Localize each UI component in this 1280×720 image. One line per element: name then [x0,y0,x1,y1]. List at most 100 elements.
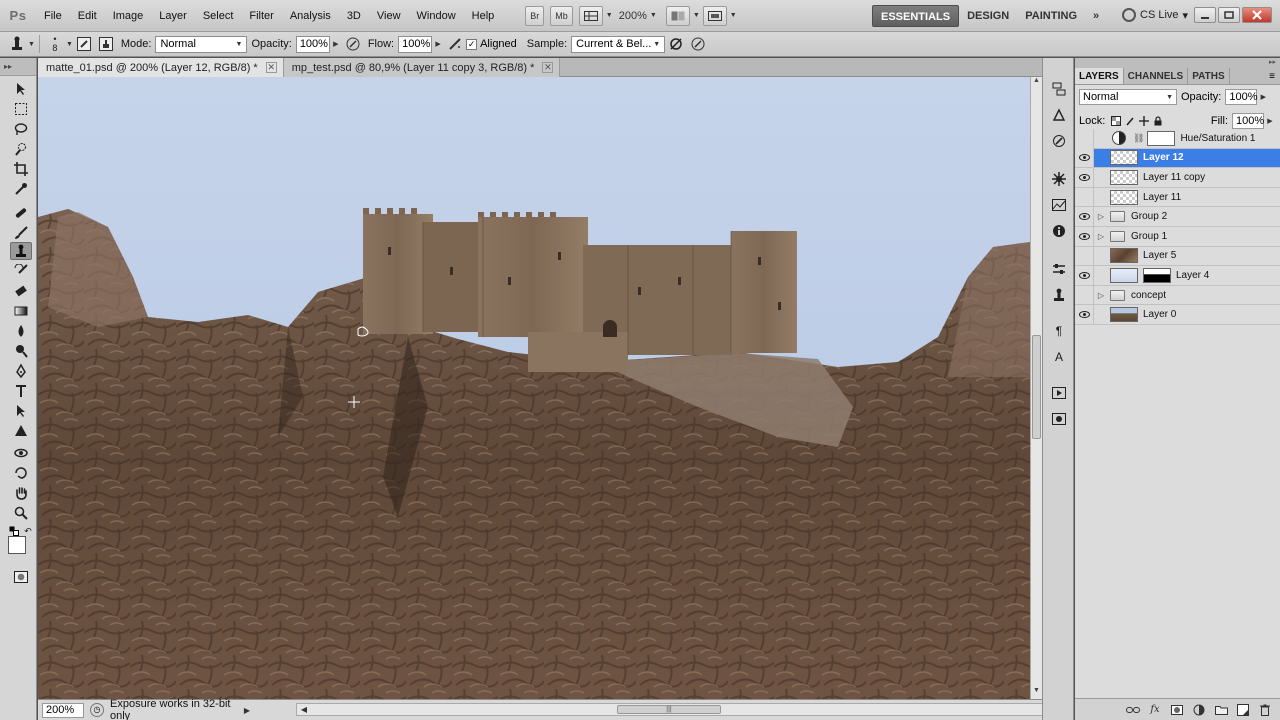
eye-icon[interactable] [1075,148,1094,168]
brush-preset-picker[interactable]: • 8 [44,34,66,54]
scroll-up-arrow[interactable]: ▲ [1031,77,1042,89]
pen-tool-icon[interactable] [10,362,32,380]
crop-tool-icon[interactable] [10,160,32,178]
brush-presets-panel-icon[interactable] [1048,132,1070,150]
layer-row-layer-5[interactable]: Layer 5 [1075,246,1280,267]
layer-opacity-slider-toggle[interactable]: ▶ [1257,89,1269,106]
close-icon[interactable]: ✕ [542,62,554,73]
zoom-tool-icon[interactable] [10,504,32,522]
workspace-painting[interactable]: PAINTING [1017,5,1085,27]
bridge-button[interactable]: Br [525,5,545,26]
menu-edit[interactable]: Edit [70,0,105,32]
move-tool-icon[interactable] [10,80,32,98]
screen-mode-button[interactable] [702,5,727,26]
3d-rotate-tool-icon[interactable] [10,444,32,462]
menu-layer[interactable]: Layer [151,0,195,32]
lock-transparency-icon[interactable] [1109,114,1123,128]
layer-row-concept[interactable]: ▷ concept [1075,285,1280,306]
visibility-toggle[interactable] [1075,187,1094,207]
adjustments-panel-icon[interactable] [1048,196,1070,214]
clone-source-panel-icon[interactable] [1048,286,1070,304]
layer-style-icon[interactable]: fx [1148,703,1162,717]
document-canvas[interactable] [38,77,1030,699]
eye-icon[interactable] [1075,167,1094,187]
history-brush-tool-icon[interactable] [10,262,32,280]
eyedropper-tool-icon[interactable] [10,180,32,198]
close-icon[interactable]: ✕ [265,62,277,73]
tab-matte-01[interactable]: matte_01.psd @ 200% (Layer 12, RGB/8) * … [38,58,284,77]
flow-slider-toggle[interactable]: ▶ [432,36,444,53]
expand-arrow-icon[interactable]: ▷ [1094,232,1108,241]
tools-panel-header[interactable]: ▸▸ [0,58,36,76]
menu-image[interactable]: Image [105,0,152,32]
layer-row-hue-saturation[interactable]: ⛓ Hue/Saturation 1 [1075,128,1280,149]
airbrush-toggle[interactable] [444,34,466,54]
visibility-toggle[interactable] [1075,128,1094,148]
layer-row-layer-0[interactable]: Layer 0 [1075,305,1280,325]
menu-filter[interactable]: Filter [241,0,281,32]
layer-opacity-input[interactable]: 100% [1225,89,1258,105]
layer-thumbnail[interactable] [1110,150,1138,166]
vertical-scrollbar[interactable]: ▲ ▼ [1030,77,1042,699]
history-panel-icon[interactable] [1048,80,1070,98]
gradient-tool-icon[interactable] [10,302,32,320]
add-mask-icon[interactable] [1170,703,1184,717]
workspace-essentials[interactable]: ESSENTIALS [872,5,960,27]
new-adjustment-layer-icon[interactable] [1192,703,1206,717]
eye-icon[interactable] [1075,305,1094,325]
expand-arrow-icon[interactable]: ▷ [1094,291,1108,300]
expand-arrow-icon[interactable]: ▷ [1094,212,1108,221]
link-layers-icon[interactable] [1126,703,1140,717]
chevron-down-icon[interactable]: ▼ [28,41,35,48]
layer-row-group-1[interactable]: ▷ Group 1 [1075,226,1280,247]
type-tool-icon[interactable] [10,382,32,400]
menu-window[interactable]: Window [409,0,464,32]
clone-source-toggle[interactable] [95,34,117,54]
lock-position-icon[interactable] [1137,114,1151,128]
blend-mode-select[interactable]: Normal ▼ [1079,89,1177,105]
menu-3d[interactable]: 3D [339,0,369,32]
menu-help[interactable]: Help [464,0,503,32]
chevron-down-icon[interactable]: ▼ [606,12,613,19]
opacity-input[interactable]: 100% [295,35,330,53]
menu-view[interactable]: View [369,0,409,32]
layer-mask-thumbnail[interactable] [1147,130,1176,146]
lock-all-icon[interactable] [1151,114,1165,128]
chevron-down-icon[interactable]: ▼ [730,12,737,19]
fill-slider-toggle[interactable]: ▶ [1264,113,1276,130]
vertical-scroll-thumb[interactable] [1032,335,1041,439]
healing-brush-tool-icon[interactable] [10,204,32,222]
layer-thumbnail[interactable] [1110,248,1138,264]
chevron-down-icon[interactable]: ▼ [66,41,73,48]
layer-thumbnail[interactable] [1110,307,1138,323]
tab-channels[interactable]: CHANNELS [1124,68,1189,84]
chevron-down-icon[interactable]: ▼ [693,12,700,19]
measurement-panel-icon[interactable] [1048,410,1070,428]
layer-row-layer-11[interactable]: Layer 11 [1075,187,1280,208]
foreground-color-swatch[interactable] [8,536,26,554]
hand-tool-icon[interactable] [10,484,32,502]
maximize-button[interactable] [1218,7,1240,23]
eraser-tool-icon[interactable] [10,282,32,300]
layer-mask-thumbnail[interactable] [1143,267,1171,283]
tool-preset-picker[interactable] [6,34,28,54]
scroll-down-arrow[interactable]: ▼ [1031,687,1042,699]
lock-pixels-icon[interactable] [1123,114,1137,128]
menu-file[interactable]: File [36,0,70,32]
menu-analysis[interactable]: Analysis [282,0,339,32]
layer-row-layer-12[interactable]: Layer 12 [1075,148,1280,169]
dodge-tool-icon[interactable] [10,342,32,360]
close-button[interactable] [1242,7,1272,23]
menu-select[interactable]: Select [195,0,242,32]
opacity-slider-toggle[interactable]: ▶ [330,36,342,53]
view-extras-button[interactable] [578,5,603,26]
new-group-icon[interactable] [1214,703,1228,717]
marquee-tool-icon[interactable] [10,100,32,118]
zoom-field[interactable]: 200% [42,702,84,718]
eye-icon[interactable] [1075,207,1094,227]
3d-orbit-tool-icon[interactable] [10,464,32,482]
more-workspaces-button[interactable]: » [1085,5,1107,27]
aligned-checkbox[interactable]: ✓ [466,38,478,50]
tab-mp-test[interactable]: mp_test.psd @ 80,9% (Layer 11 copy 3, RG… [283,58,561,77]
workspace-design[interactable]: DESIGN [959,5,1017,27]
